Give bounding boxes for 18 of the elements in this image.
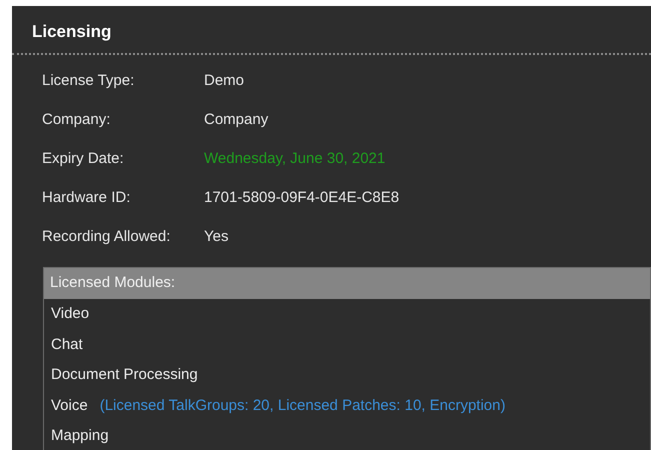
field-value: Company <box>204 110 268 130</box>
field-label: Company: <box>42 110 112 130</box>
panel-title: Licensing <box>32 22 112 41</box>
module-name: Voice <box>51 396 88 416</box>
module-name: Chat <box>51 334 83 354</box>
module-name: Mapping <box>51 426 109 446</box>
field-value: 1701-5809-09F4-0E4E-C8E8 <box>204 188 400 208</box>
field-label: Hardware ID: <box>42 188 132 208</box>
module-name: Video <box>51 304 90 324</box>
field-label: Expiry Date: <box>42 148 125 169</box>
list-header: Licensed Modules: <box>44 268 650 299</box>
field-value: Yes <box>204 226 228 247</box>
field-label: License Type: <box>42 70 136 91</box>
field-value: Demo <box>204 70 244 91</box>
module-name: Document Processing <box>51 365 198 385</box>
field-value: Wednesday, June 30, 2021 <box>204 148 386 169</box>
field-label: Recording Allowed: <box>42 226 172 247</box>
module-details: (Licensed TalkGroups: 20, Licensed Patches: 10, Encryption) <box>100 396 506 416</box>
